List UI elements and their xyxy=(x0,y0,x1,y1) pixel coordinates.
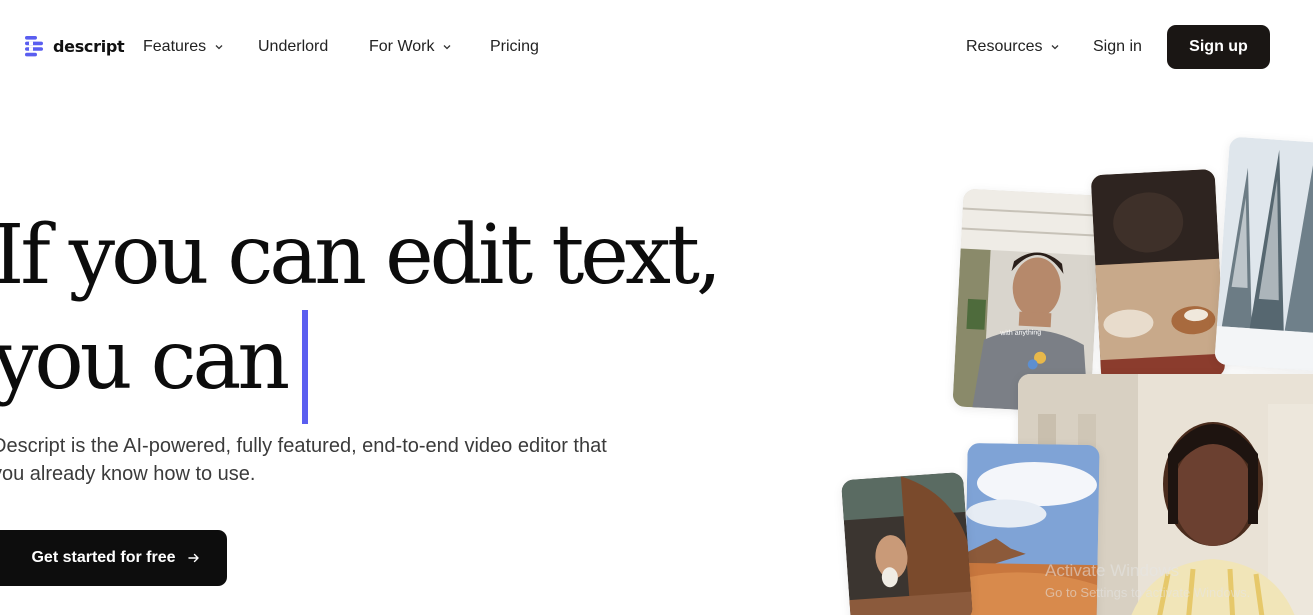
nav-for-work-label: For Work xyxy=(369,38,435,55)
video-thumbnail-desert xyxy=(964,442,1100,615)
headline-line-1: If you can edit text, xyxy=(0,208,722,303)
top-navigation: descript Features Underlord For Work Pri… xyxy=(0,0,1313,94)
shirt-text: with anything xyxy=(1000,329,1042,338)
hero-subtitle: Descript is the AI-powered, fully featur… xyxy=(0,435,607,485)
chevron-down-icon xyxy=(215,45,223,50)
nav-underlord[interactable]: Underlord xyxy=(258,38,328,56)
descript-logo-icon xyxy=(25,35,46,58)
nav-pricing-label: Pricing xyxy=(490,38,539,55)
logo-text: descript xyxy=(53,37,125,56)
text-cursor xyxy=(302,310,309,424)
descript-logo[interactable]: descript xyxy=(25,35,125,58)
sign-in-label: Sign in xyxy=(1093,38,1142,55)
nav-features[interactable]: Features xyxy=(143,38,223,56)
chevron-down-icon xyxy=(1052,45,1059,50)
nav-for-work[interactable]: For Work xyxy=(369,38,451,56)
chevron-down-icon xyxy=(444,45,451,50)
get-started-label: Get started for free xyxy=(31,549,176,566)
video-thumbnail-baking xyxy=(840,471,974,615)
headline-line-2: you can xyxy=(0,313,290,408)
hero-headline: If you can edit text, you can xyxy=(0,208,722,424)
video-thumbnail-snowy-forest xyxy=(1214,136,1313,372)
nav-resources[interactable]: Resources xyxy=(966,38,1059,56)
nav-resources-label: Resources xyxy=(966,38,1043,55)
get-started-button[interactable]: Get started for free xyxy=(0,530,227,586)
nav-pricing[interactable]: Pricing xyxy=(490,38,539,56)
sign-in-link[interactable]: Sign in xyxy=(1093,38,1142,56)
sign-up-button[interactable]: Sign up xyxy=(1167,25,1270,69)
headline-line-2-row: you can xyxy=(0,304,718,424)
video-thumbnail-cooking xyxy=(1090,168,1226,384)
nav-features-label: Features xyxy=(143,38,207,55)
nav-underlord-label: Underlord xyxy=(258,38,329,55)
arrow-right-icon xyxy=(187,553,199,563)
